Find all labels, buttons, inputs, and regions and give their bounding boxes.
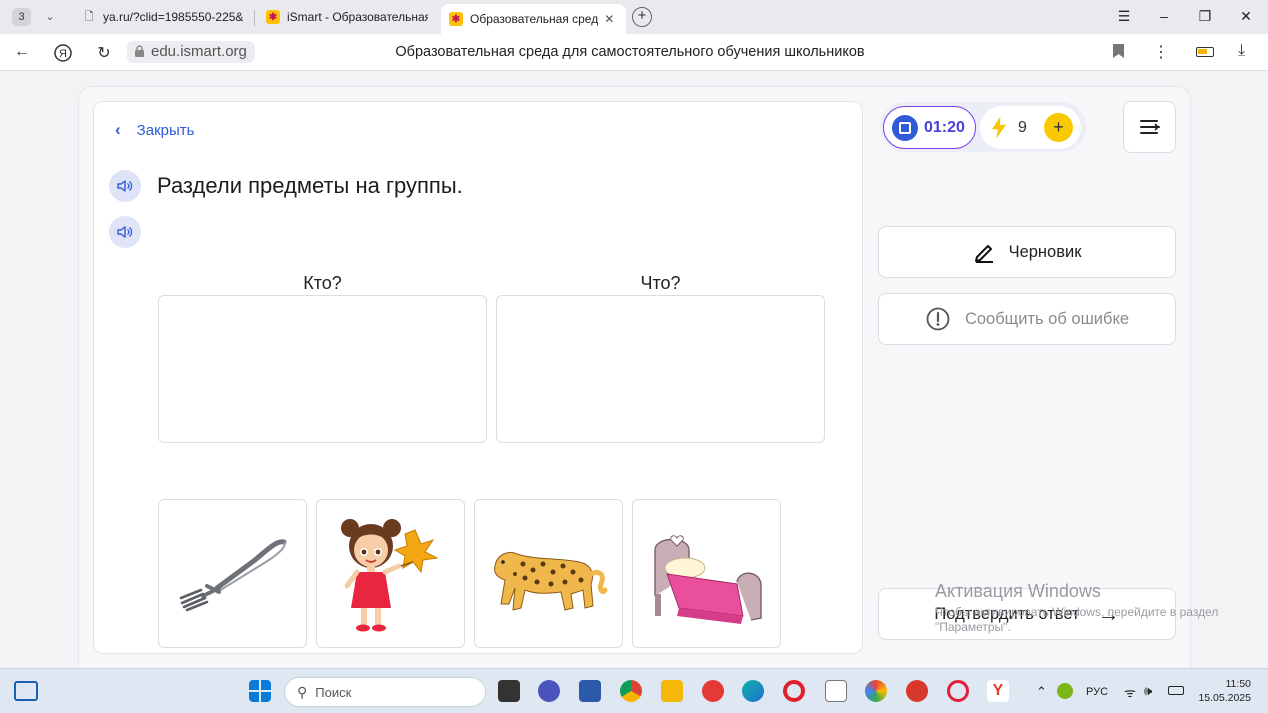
group-label-who: Кто? — [303, 273, 342, 293]
tab-divider — [254, 10, 255, 26]
timer-value: 01:20 — [924, 118, 965, 136]
item-card-leopard[interactable] — [474, 499, 623, 648]
report-error-button[interactable]: Сообщить об ошибке — [878, 293, 1176, 345]
bookmark-icon[interactable] — [1113, 44, 1124, 58]
yandex-browser-icon[interactable]: Y — [987, 680, 1009, 702]
volume-icon[interactable]: 🕪 — [1144, 683, 1152, 699]
app-tray-icon[interactable] — [1057, 683, 1073, 699]
menu-icon — [1139, 120, 1160, 134]
more-options-icon[interactable]: ⋮ — [1153, 42, 1169, 62]
new-tab-button[interactable]: + — [632, 7, 652, 27]
group-label-what: Что? — [640, 273, 681, 293]
draft-button[interactable]: Черновик — [878, 226, 1176, 278]
address-bar: ← Я ↻ edu.ismart.org Образовательная сре… — [0, 34, 1268, 71]
opera-icon[interactable] — [783, 680, 805, 702]
item-card-girl[interactable] — [316, 499, 465, 648]
chevron-left-icon: ‹ — [115, 120, 121, 139]
tab-count-badge[interactable]: 3 — [12, 8, 31, 26]
minimize-icon[interactable]: – — [1154, 8, 1174, 24]
tray-expand-icon[interactable]: ⌃ — [1036, 684, 1047, 700]
menu-button[interactable] — [1123, 101, 1176, 153]
close-label: Закрыть — [136, 121, 195, 139]
opera-gx-icon[interactable] — [947, 680, 969, 702]
confirm-label: Подтвердить ответ — [934, 604, 1080, 623]
bed-icon — [654, 535, 762, 624]
clock-date: 15.05.2025 — [1198, 692, 1251, 704]
stop-icon[interactable] — [892, 114, 918, 141]
add-energy-button[interactable]: + — [1044, 113, 1073, 142]
battery-saver-icon[interactable] — [1196, 47, 1214, 57]
tab-title: ya.ru/?clid=1985550-225& — [103, 10, 244, 24]
report-label: Сообщить об ошибке — [964, 309, 1130, 328]
url-domain[interactable]: edu.ismart.org — [127, 41, 255, 63]
timer: 01:20 — [883, 106, 976, 149]
lightning-icon — [992, 116, 1006, 139]
domain-text: edu.ismart.org — [151, 43, 247, 60]
energy-value: 9 — [1018, 118, 1027, 136]
arrow-right-icon: → — [1097, 601, 1120, 626]
fork-icon — [179, 539, 287, 612]
drop-zone-who[interactable] — [158, 295, 487, 443]
leopard-icon — [494, 552, 608, 611]
item-card-bed[interactable] — [632, 499, 781, 648]
tab-title: Образовательная сред — [470, 12, 599, 26]
yandex-logo-icon[interactable]: Я — [53, 43, 73, 68]
pencil-icon — [973, 241, 995, 263]
energy-counter: 9 + — [980, 106, 1081, 149]
page-title: Образовательная среда для самостоятельно… — [395, 44, 865, 60]
girl-icon — [341, 519, 439, 632]
lock-icon — [135, 45, 144, 57]
browser-tab-ismart[interactable]: ✱ iSmart - Образовательная — [258, 4, 436, 30]
windows-taskbar: ⚲ Поиск Y ⌃ РУС ᯤ 🕪 11:50 15.05.2025 — [0, 668, 1268, 713]
language-indicator[interactable]: РУС — [1086, 686, 1108, 698]
close-link[interactable]: ‹ Закрыть — [115, 120, 194, 140]
taskbar-search[interactable]: ⚲ Поиск — [284, 677, 486, 707]
tab-list-chevron-icon[interactable]: ⌄ — [40, 8, 60, 26]
wps-icon[interactable] — [906, 680, 928, 702]
file-explorer-icon[interactable] — [661, 680, 683, 702]
draft-label: Черновик — [1008, 242, 1082, 261]
confirm-answer-button[interactable]: Подтвердить ответ → — [878, 588, 1176, 640]
window-close-icon[interactable]: ✕ — [1236, 8, 1256, 25]
browser-tab-bar: 3 ⌄ 🗋 ya.ru/?clid=1985550-225& ✱ iSmart … — [0, 0, 1268, 34]
drop-zone-what[interactable] — [496, 295, 825, 443]
close-tab-icon[interactable]: ✕ — [604, 12, 614, 26]
wifi-icon[interactable]: ᯤ — [1124, 683, 1136, 701]
yandex-icon[interactable] — [702, 680, 724, 702]
svg-text:Я: Я — [59, 48, 67, 60]
task-view-icon[interactable] — [498, 680, 520, 702]
tab-title: iSmart - Образовательная — [287, 10, 428, 24]
document-icon[interactable] — [825, 680, 847, 702]
chrome-icon[interactable] — [620, 680, 642, 702]
ismart-icon: ✱ — [266, 10, 280, 24]
download-icon[interactable]: ⤓ — [1238, 42, 1245, 60]
item-card-fork[interactable] — [158, 499, 307, 648]
browser-menu-icon[interactable]: ☰ — [1114, 8, 1134, 25]
ismart-icon: ✱ — [449, 12, 463, 26]
speaker-icon[interactable] — [109, 170, 141, 202]
clock-time: 11:50 — [1225, 678, 1252, 690]
save-icon[interactable] — [579, 680, 601, 702]
browser-tab-active[interactable]: ✱ Образовательная сред ✕ — [441, 4, 626, 34]
task-title: Раздели предметы на группы. — [157, 173, 463, 198]
search-placeholder: Поиск — [315, 684, 352, 700]
speaker-icon[interactable] — [109, 216, 141, 248]
edge-icon[interactable] — [742, 680, 764, 702]
page-icon: 🗋 — [84, 10, 94, 23]
browser-tab-yandex[interactable]: 🗋 ya.ru/?clid=1985550-225& — [74, 4, 252, 30]
reload-icon[interactable]: ↻ — [94, 43, 114, 63]
warning-circle-icon — [925, 306, 951, 332]
widgets-icon[interactable] — [14, 681, 38, 701]
back-arrow-icon[interactable]: ← — [12, 43, 32, 61]
photos-icon[interactable] — [865, 680, 887, 702]
start-menu-icon[interactable] — [249, 680, 271, 702]
search-icon: ⚲ — [297, 683, 308, 700]
teams-icon[interactable] — [538, 680, 560, 702]
battery-icon[interactable] — [1168, 686, 1184, 695]
system-clock[interactable]: 11:50 15.05.2025 — [1197, 677, 1251, 705]
restore-icon[interactable]: ❐ — [1195, 8, 1215, 25]
